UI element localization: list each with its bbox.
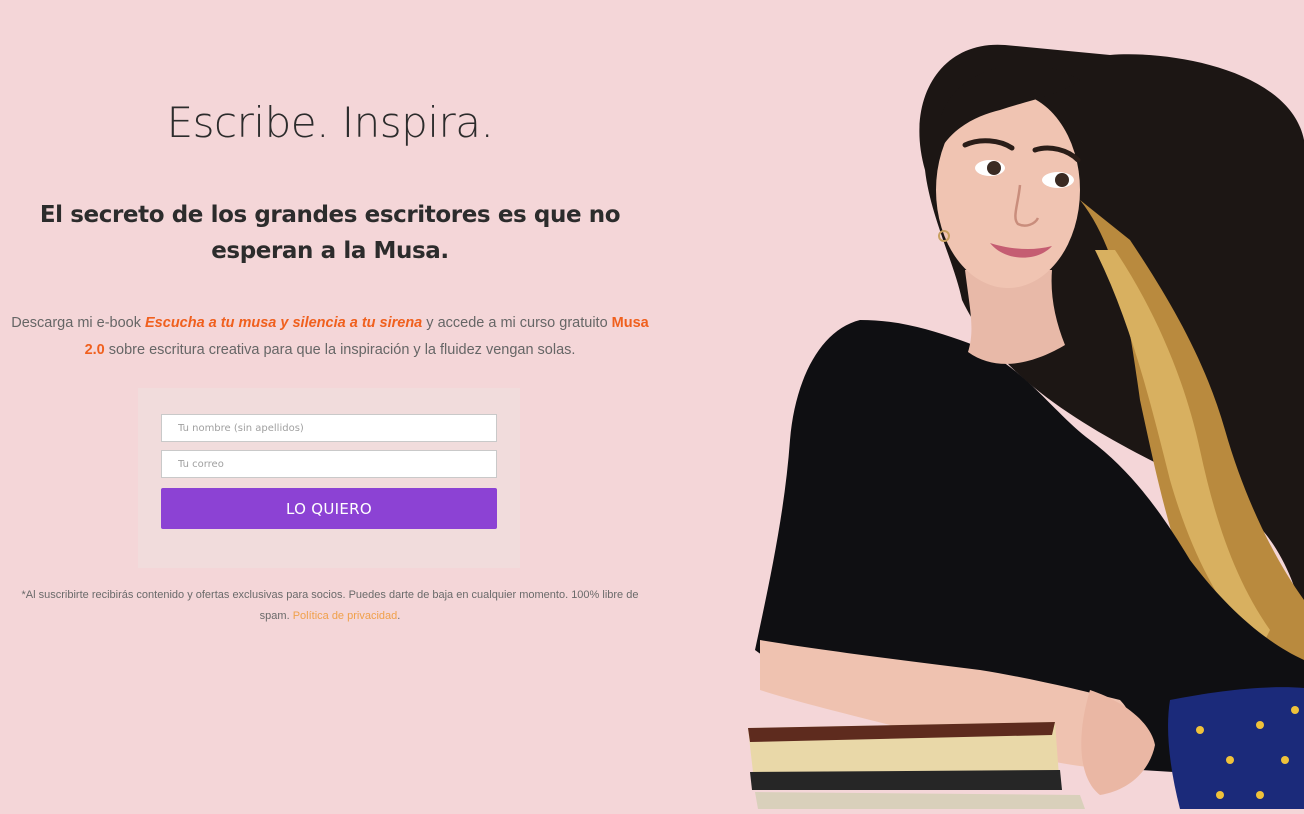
ebook-title: Escucha a tu musa y silencia a tu sirena: [145, 315, 423, 331]
email-input[interactable]: [161, 450, 497, 478]
page-subtitle: El secreto de los grandes escritores es …: [39, 202, 621, 264]
intro-text: Descarga mi e-book Escucha a tu musa y s…: [10, 310, 650, 364]
name-input[interactable]: [161, 414, 497, 442]
author-portrait: [700, 0, 1304, 809]
disclaimer: *Al suscribirte recibirás contenido y of…: [20, 585, 640, 627]
signup-section: Escribe. Inspira. El secreto de los gran…: [0, 0, 660, 809]
intro-suffix: sobre escritura creativa para que la ins…: [104, 342, 576, 358]
author-portrait-illustration: [748, 44, 1304, 809]
submit-button[interactable]: LO QUIERO: [161, 488, 497, 529]
disclaimer-end: .: [397, 610, 401, 622]
page-title: Escribe. Inspira.: [166, 98, 494, 147]
signup-form: LO QUIERO: [138, 388, 520, 568]
intro-prefix: Descarga mi e-book: [11, 315, 146, 331]
intro-middle: y accede a mi curso gratuito: [422, 315, 612, 331]
privacy-policy-link[interactable]: Política de privacidad: [293, 610, 398, 622]
